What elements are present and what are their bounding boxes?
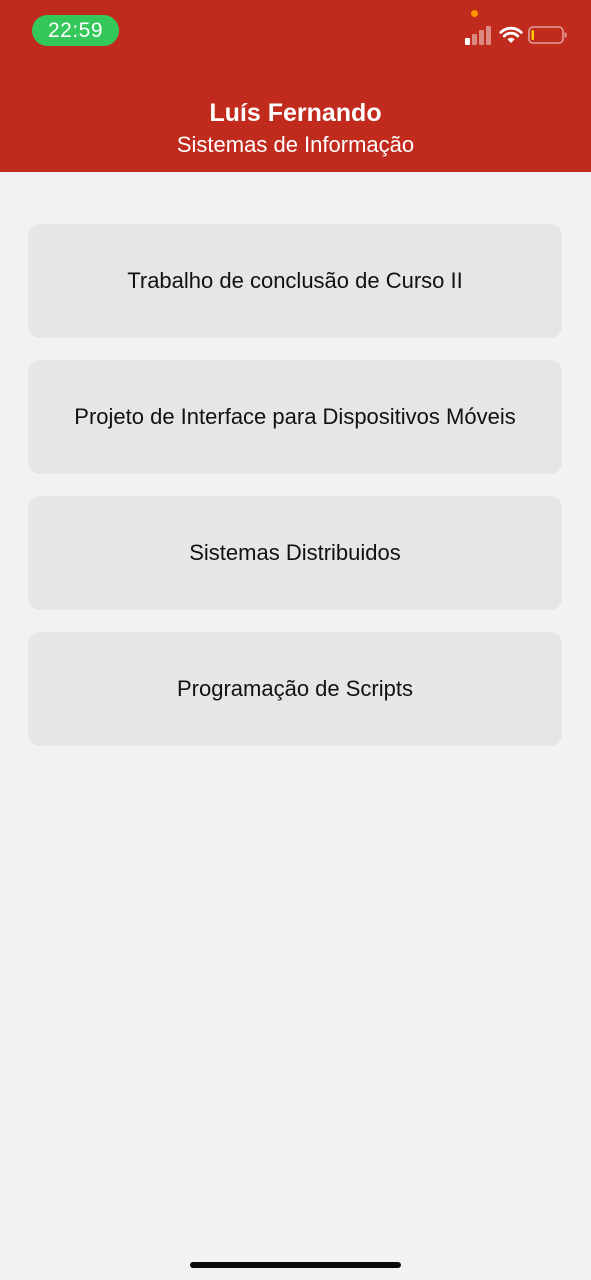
subject-list: Trabalho de conclusão de Curso II Projet… <box>28 224 562 768</box>
subject-card-scripts[interactable]: Programação de Scripts <box>28 632 562 746</box>
status-time: 22:59 <box>32 15 119 46</box>
user-name: Luís Fernando <box>209 99 382 127</box>
subject-label: Programação de Scripts <box>177 676 413 701</box>
course-name: Sistemas de Informação <box>176 132 415 157</box>
subject-label: Projeto de Interface para Dispositivos M… <box>74 404 516 429</box>
cellular-signal-icon <box>465 26 491 45</box>
privacy-indicator-icon <box>471 10 478 17</box>
subject-card-distributed-systems[interactable]: Sistemas Distribuidos <box>28 496 562 610</box>
subject-card-tcc2[interactable]: Trabalho de conclusão de Curso II <box>28 224 562 338</box>
subject-label: Sistemas Distribuidos <box>189 540 401 565</box>
home-indicator[interactable] <box>190 1262 401 1268</box>
subject-label: Trabalho de conclusão de Curso II <box>127 268 463 293</box>
app-header: 22:59 Luís Fernando Sistemas de Informaç… <box>0 0 591 172</box>
subject-card-interface-mobile[interactable]: Projeto de Interface para Dispositivos M… <box>28 360 562 474</box>
wifi-icon <box>499 26 523 43</box>
battery-icon <box>528 26 567 44</box>
